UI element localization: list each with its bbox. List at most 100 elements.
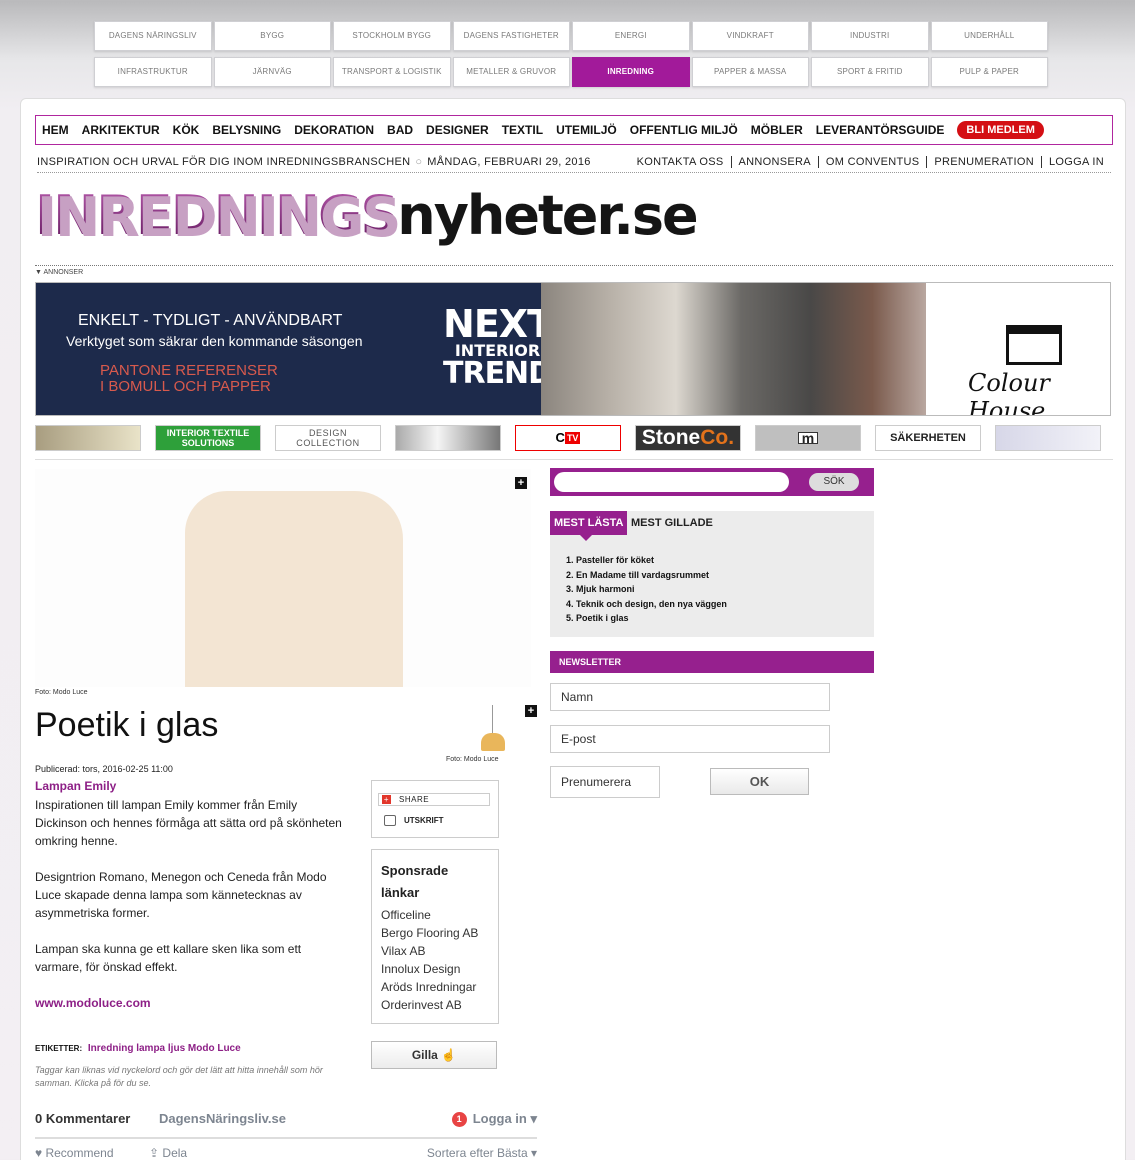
sponsored-links: Sponsrade länkar Officeline Bergo Floori… <box>371 849 499 1024</box>
network-tab[interactable]: UNDERHÅLL <box>930 21 1048 51</box>
member-button[interactable]: BLI MEDLEM <box>957 121 1044 139</box>
most-read-item[interactable]: 1. Pasteller för köket <box>566 553 727 568</box>
published-date: Publicerad: tors, 2016-02-25 11:00 <box>35 764 173 774</box>
sponsored-link[interactable]: Aröds Inredningar <box>381 978 489 996</box>
partner-logo[interactable]: Stone Co. <box>635 425 741 451</box>
article-hero-image <box>35 469 531 687</box>
link-logga-in[interactable]: LOGGA IN <box>1041 155 1111 168</box>
recommend-button[interactable]: ♥ Recommend <box>35 1146 114 1160</box>
heart-icon: ♥ <box>35 1146 43 1160</box>
plus-icon: + <box>382 795 391 804</box>
nav-item-bad[interactable]: BAD <box>387 123 413 137</box>
partner-logo[interactable]: INTERIOR TEXTILE SOLUTIONS <box>155 425 261 451</box>
print-button[interactable]: UTSKRIFT <box>384 815 444 827</box>
external-link[interactable]: www.modoluce.com <box>35 996 151 1010</box>
partner-logo[interactable] <box>995 425 1101 451</box>
share-button[interactable]: + SHARE <box>378 793 490 806</box>
link-prenumeration[interactable]: PRENUMERATION <box>926 155 1041 168</box>
house-icon <box>1006 325 1062 365</box>
thumb-credit: Foto: Modo Luce <box>446 756 499 763</box>
partner-logo[interactable] <box>35 425 141 451</box>
partner-logos: INTERIOR TEXTILE SOLUTIONS DESIGN COLLEC… <box>35 423 1113 453</box>
ads-label: ▼ ANNONSER <box>35 265 1113 276</box>
network-tab[interactable]: DAGENS NÄRINGSLIV <box>94 21 212 51</box>
newsletter-heading: NEWSLETTER <box>550 651 874 673</box>
tab-most-read[interactable]: MEST LÄSTA <box>550 511 628 541</box>
nav-item-offentlig-miljo[interactable]: OFFENTLIG MILJÖ <box>630 123 738 137</box>
expand-icon[interactable]: + <box>515 477 527 489</box>
search-input[interactable] <box>554 472 789 492</box>
search-button[interactable]: SÖK <box>809 473 859 491</box>
subscribe-option[interactable]: Prenumerera <box>550 766 660 798</box>
nav-item-leverantorsguide[interactable]: LEVERANTÖRSGUIDE <box>816 123 945 137</box>
most-read-box: MEST LÄSTA MEST GILLADE 1. Pasteller för… <box>550 511 874 637</box>
name-field[interactable]: Namn <box>550 683 830 711</box>
most-read-item[interactable]: 5. Poetik i glas <box>566 611 727 626</box>
paragraph: Inspirationen till lampan Emily kommer f… <box>35 798 342 848</box>
like-button[interactable]: Gilla ☝ <box>371 1041 497 1069</box>
share-comments-button[interactable]: ⇪ Dela <box>149 1146 187 1160</box>
article-body: Inspirationen till lampan Emily kommer f… <box>35 796 345 1030</box>
nav-item-hem[interactable]: HEM <box>42 123 69 137</box>
link-om-conventus[interactable]: OM CONVENTUS <box>817 155 926 168</box>
network-tab[interactable]: STOCKHOLM BYGG <box>333 21 451 51</box>
most-read-item[interactable]: 4. Teknik och design, den nya väggen <box>566 597 727 612</box>
nav-item-mobler[interactable]: MÖBLER <box>751 123 803 137</box>
tagline-bar: INSPIRATION OCH URVAL FÖR DIG INOM INRED… <box>37 151 1111 173</box>
nav-item-dekoration[interactable]: DEKORATION <box>294 123 374 137</box>
paragraph: Lampan ska kunna ge ett kallare sken lik… <box>35 942 302 974</box>
comment-site[interactable]: DagensNäringsliv.se <box>159 1111 286 1126</box>
network-tab[interactable]: VINDKRAFT <box>691 21 809 51</box>
sponsored-link[interactable]: Innolux Design <box>381 960 489 978</box>
expand-icon[interactable]: + <box>525 705 537 717</box>
network-tab[interactable]: ENERGI <box>572 21 690 51</box>
sort-dropdown[interactable]: Sortera efter Bästa ▾ <box>427 1146 537 1160</box>
tab-most-liked[interactable]: MEST GILLADE <box>631 511 713 535</box>
logo-part-2: nyheter.se <box>397 184 698 247</box>
tagline-text: INSPIRATION OCH URVAL FÖR DIG INOM INRED… <box>37 155 411 168</box>
site-logo[interactable]: INREDNINGSnyheter.se <box>35 189 699 243</box>
thumbs-up-icon: ☝ <box>441 1048 457 1062</box>
network-tab[interactable]: JÄRNVÄG <box>213 57 331 87</box>
partner-logo[interactable]: C TV <box>515 425 621 451</box>
link-annonsera[interactable]: ANNONSERA <box>730 155 818 168</box>
comment-login[interactable]: 1 Logga in ▾ <box>451 1111 537 1127</box>
sponsored-link[interactable]: Officeline <box>381 906 489 924</box>
ad-banner[interactable]: ENKELT - TYDLIGT - ANVÄNDBART Verktyget … <box>35 282 1111 416</box>
nav-item-arkitektur[interactable]: ARKITEKTUR <box>82 123 160 137</box>
link-kontakta[interactable]: KONTAKTA OSS <box>630 156 731 168</box>
network-tab[interactable]: TRANSPORT & LOGISTIK <box>333 57 451 87</box>
nav-item-belysning[interactable]: BELYSNING <box>212 123 281 137</box>
comment-count[interactable]: 0 Kommentarer <box>35 1111 130 1126</box>
network-tab[interactable]: SPORT & FRITID <box>811 57 929 87</box>
sponsored-link[interactable]: Orderinvest AB <box>381 996 489 1014</box>
most-read-item[interactable]: 2. En Madame till vardagsrummet <box>566 568 727 583</box>
nav-item-kok[interactable]: KÖK <box>173 123 200 137</box>
network-tab[interactable]: INFRASTRUKTUR <box>94 57 212 87</box>
network-tab[interactable]: DAGENS FASTIGHETER <box>452 21 570 51</box>
partner-logo[interactable]: m <box>755 425 861 451</box>
network-tab[interactable]: PAPPER & MASSA <box>691 57 809 87</box>
ok-button[interactable]: OK <box>710 768 809 795</box>
email-field[interactable]: E-post <box>550 725 830 753</box>
nav-item-designer[interactable]: DESIGNER <box>426 123 489 137</box>
sponsored-link[interactable]: Vilax AB <box>381 942 489 960</box>
network-tab[interactable]: PULP & PAPER <box>930 57 1048 87</box>
article-title: Poetik i glas <box>35 706 219 744</box>
partner-logo[interactable] <box>395 425 501 451</box>
network-tab-active[interactable]: INREDNING <box>572 57 690 87</box>
network-tab[interactable]: METALLER & GRUVOR <box>452 57 570 87</box>
lamp-thumbnail[interactable] <box>479 705 507 753</box>
nav-item-textil[interactable]: TEXTIL <box>502 123 543 137</box>
nav-item-utemiljo[interactable]: UTEMILJÖ <box>556 123 617 137</box>
tags: ETIKETTER: Inredning lampa ljus Modo Luc… <box>35 1043 241 1054</box>
network-tab[interactable]: BYGG <box>213 21 331 51</box>
partner-logo[interactable]: DESIGN COLLECTION <box>275 425 381 451</box>
partner-logo[interactable]: SÄKERHETEN <box>875 425 981 451</box>
sponsored-link[interactable]: Bergo Flooring AB <box>381 924 489 942</box>
tag-links[interactable]: Inredning lampa ljus Modo Luce <box>88 1043 241 1054</box>
network-tab[interactable]: INDUSTRI <box>811 21 929 51</box>
notification-badge: 1 <box>451 1112 467 1127</box>
banner-line-1: ENKELT - TYDLIGT - ANVÄNDBART <box>78 312 343 329</box>
most-read-item[interactable]: 3. Mjuk harmoni <box>566 582 727 597</box>
